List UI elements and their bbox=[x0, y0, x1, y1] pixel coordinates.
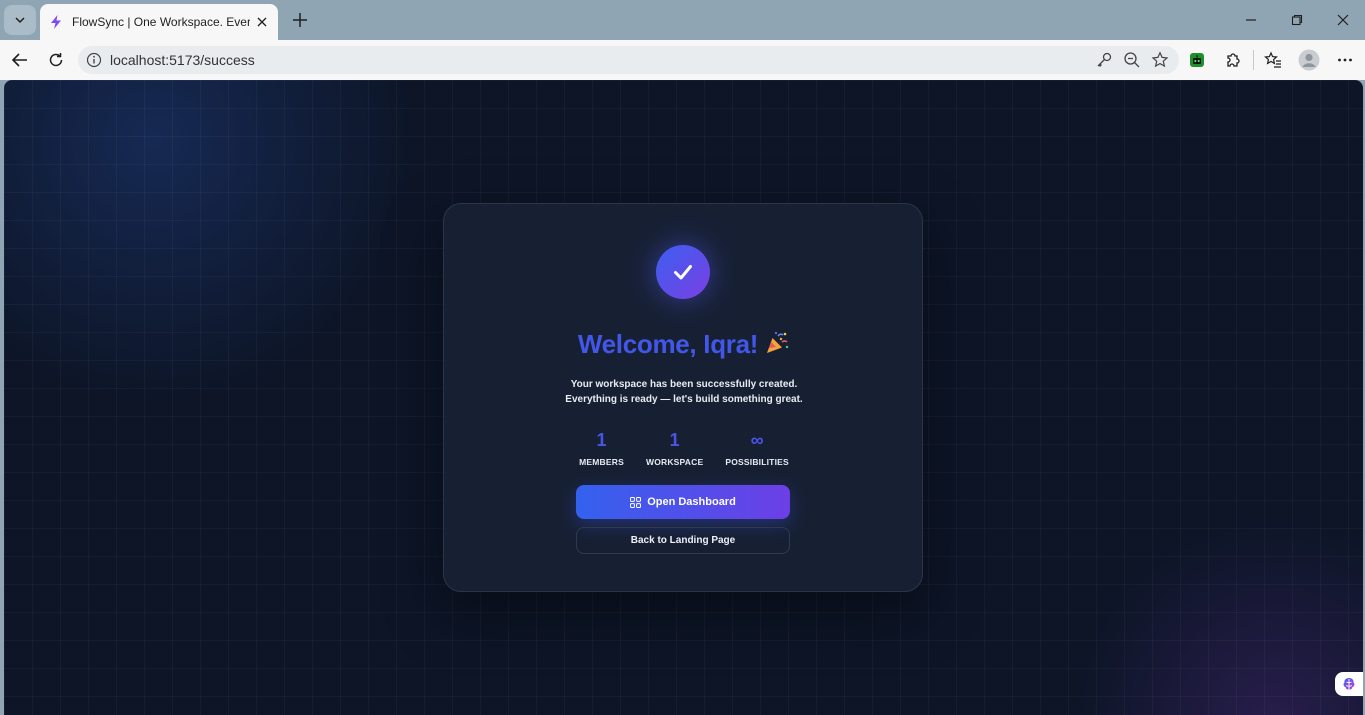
address-bar[interactable]: localhost:5173/success bbox=[78, 46, 1179, 74]
avatar-icon bbox=[1298, 49, 1320, 71]
stat-workspace: 1 WORKSPACE bbox=[646, 430, 703, 467]
extension-robot-button[interactable] bbox=[1183, 46, 1211, 74]
stat-members: 1 MEMBERS bbox=[579, 430, 624, 467]
floating-assistant-button[interactable] bbox=[1335, 672, 1363, 696]
restore-icon bbox=[1291, 14, 1303, 26]
stat-label: MEMBERS bbox=[579, 457, 624, 467]
open-dashboard-button[interactable]: Open Dashboard bbox=[576, 485, 790, 519]
close-icon bbox=[257, 17, 267, 27]
password-key-icon[interactable] bbox=[1095, 51, 1113, 69]
minimize-icon bbox=[1246, 19, 1256, 21]
welcome-subtitle: Your workspace has been successfully cre… bbox=[565, 379, 803, 405]
lightning-icon bbox=[51, 15, 61, 29]
brain-icon bbox=[1343, 678, 1355, 690]
plus-icon bbox=[293, 13, 307, 27]
close-icon bbox=[1337, 14, 1349, 26]
browser-tab-active[interactable]: FlowSync | One Workspace. Every bbox=[40, 4, 278, 40]
url-text[interactable]: localhost:5173/success bbox=[110, 52, 1179, 68]
welcome-text: Welcome, Iqra! bbox=[577, 329, 759, 359]
stat-value: ∞ bbox=[750, 430, 764, 450]
stat-value: 1 bbox=[669, 430, 680, 450]
arrow-left-icon bbox=[11, 53, 27, 67]
favorite-star-icon[interactable] bbox=[1151, 51, 1169, 69]
success-check-badge bbox=[656, 245, 710, 299]
chevron-down-icon bbox=[15, 17, 25, 24]
info-icon[interactable] bbox=[86, 52, 102, 68]
checkmark-icon bbox=[674, 265, 692, 280]
party-popper-icon bbox=[767, 331, 789, 353]
favorites-button[interactable] bbox=[1259, 46, 1287, 74]
settings-more-button[interactable] bbox=[1331, 46, 1359, 74]
back-to-landing-label: Back to Landing Page bbox=[630, 535, 736, 546]
stats-row: 1 MEMBERS 1 WORKSPACE ∞ POSSIBILITIES bbox=[444, 430, 924, 467]
stat-value: 1 bbox=[596, 430, 607, 450]
grid-icon bbox=[630, 496, 642, 508]
minimize-button[interactable] bbox=[1239, 8, 1263, 32]
tab-close-button[interactable] bbox=[254, 14, 270, 30]
tab-title: FlowSync | One Workspace. Every bbox=[72, 15, 250, 29]
welcome-heading: Welcome, Iqra! bbox=[444, 329, 924, 360]
back-to-landing-button[interactable]: Back to Landing Page bbox=[576, 527, 790, 554]
extensions-button[interactable] bbox=[1219, 46, 1247, 74]
stat-label: WORKSPACE bbox=[645, 457, 704, 467]
page-viewport: Welcome, Iqra! Your workspace has been s… bbox=[4, 80, 1363, 715]
more-horizontal-icon bbox=[1338, 58, 1352, 62]
close-window-button[interactable] bbox=[1331, 8, 1355, 32]
puzzle-icon bbox=[1227, 53, 1240, 67]
success-card: Welcome, Iqra! Your workspace has been s… bbox=[443, 203, 923, 592]
stat-possibilities: ∞ POSSIBILITIES bbox=[725, 430, 789, 467]
zoom-out-icon[interactable] bbox=[1123, 51, 1141, 69]
reload-button[interactable] bbox=[42, 46, 70, 74]
favorites-list-icon bbox=[1264, 51, 1281, 68]
new-tab-button[interactable] bbox=[287, 7, 313, 33]
tab-list-button[interactable] bbox=[4, 5, 36, 35]
profile-button[interactable] bbox=[1295, 46, 1323, 74]
restore-button[interactable] bbox=[1285, 8, 1309, 32]
toolbar-separator bbox=[1253, 50, 1254, 70]
stat-label: POSSIBILITIES bbox=[725, 457, 789, 467]
reload-icon bbox=[49, 53, 63, 67]
open-dashboard-label: Open Dashboard bbox=[647, 496, 736, 508]
robot-icon bbox=[1190, 53, 1204, 67]
back-button[interactable] bbox=[6, 46, 34, 74]
tab-bar: FlowSync | One Workspace. Every bbox=[0, 0, 1365, 40]
